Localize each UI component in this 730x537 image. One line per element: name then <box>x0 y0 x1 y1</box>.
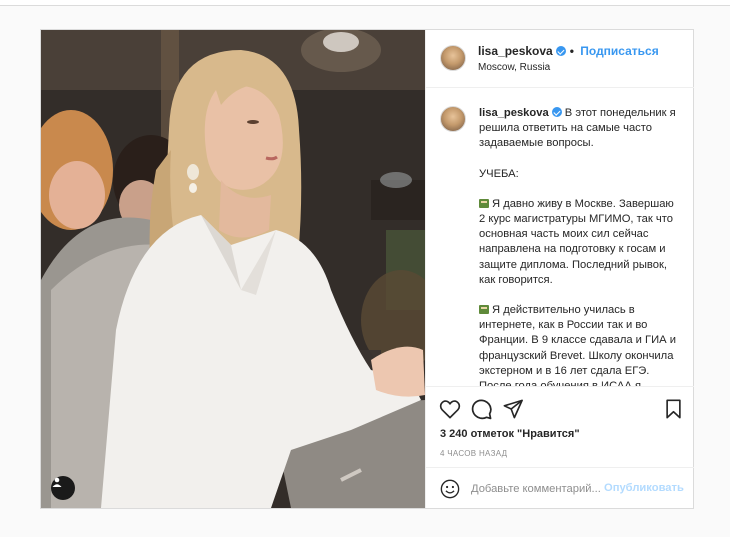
post-timestamp[interactable]: 4 ЧАСОВ НАЗАД <box>440 449 507 458</box>
verified-badge-icon <box>555 46 566 56</box>
comments-area[interactable]: lisa_peskova В этот понедельник я решила… <box>426 88 694 386</box>
bookmark-icon[interactable] <box>665 399 682 419</box>
header-username[interactable]: lisa_peskova <box>478 44 553 58</box>
user-tag-button[interactable] <box>51 476 75 500</box>
post-actions: 3 240 отметок "Нравится" 4 ЧАСОВ НАЗАД О… <box>426 386 694 508</box>
post-photo[interactable] <box>41 30 425 508</box>
post-location[interactable]: Moscow, Russia <box>478 62 550 73</box>
author-avatar[interactable] <box>440 45 466 71</box>
follow-button[interactable]: Подписаться <box>580 44 658 58</box>
user-tag-icon <box>52 477 62 487</box>
book-icon <box>479 198 489 208</box>
caption-paragraph-1: Я давно живу в Москве. Завершаю 2 курс м… <box>479 197 674 286</box>
header-separator: • <box>569 44 574 58</box>
verified-badge-icon <box>551 107 562 117</box>
header-user-line: lisa_peskova • Подписаться <box>478 44 659 58</box>
heart-icon[interactable] <box>439 399 461 419</box>
add-comment-bar: Опубликовать <box>426 467 694 509</box>
caption-author-avatar[interactable] <box>440 106 466 132</box>
likes-count[interactable]: 3 240 отметок "Нравится" <box>440 428 580 440</box>
post-side-panel: lisa_peskova • Подписаться Moscow, Russia… <box>425 30 694 508</box>
caption-username[interactable]: lisa_peskova <box>479 107 549 119</box>
publish-button[interactable]: Опубликовать <box>604 482 684 494</box>
top-navigation-edge <box>0 0 730 6</box>
comment-input[interactable] <box>471 480 601 498</box>
post-header: lisa_peskova • Подписаться Moscow, Russia <box>426 30 694 88</box>
caption-section-title: УЧЕБА: <box>479 167 519 180</box>
comment-icon[interactable] <box>471 399 492 420</box>
book-icon <box>479 305 489 315</box>
post-caption: lisa_peskova В этот понедельник я решила… <box>479 106 679 386</box>
caption-paragraph-2: Я действительно училась в интернете, как… <box>479 304 676 386</box>
post-card: lisa_peskova • Подписаться Moscow, Russia… <box>40 29 694 509</box>
emoji-icon[interactable] <box>440 479 460 499</box>
share-icon[interactable] <box>503 399 523 419</box>
photo-illustration <box>41 30 425 508</box>
